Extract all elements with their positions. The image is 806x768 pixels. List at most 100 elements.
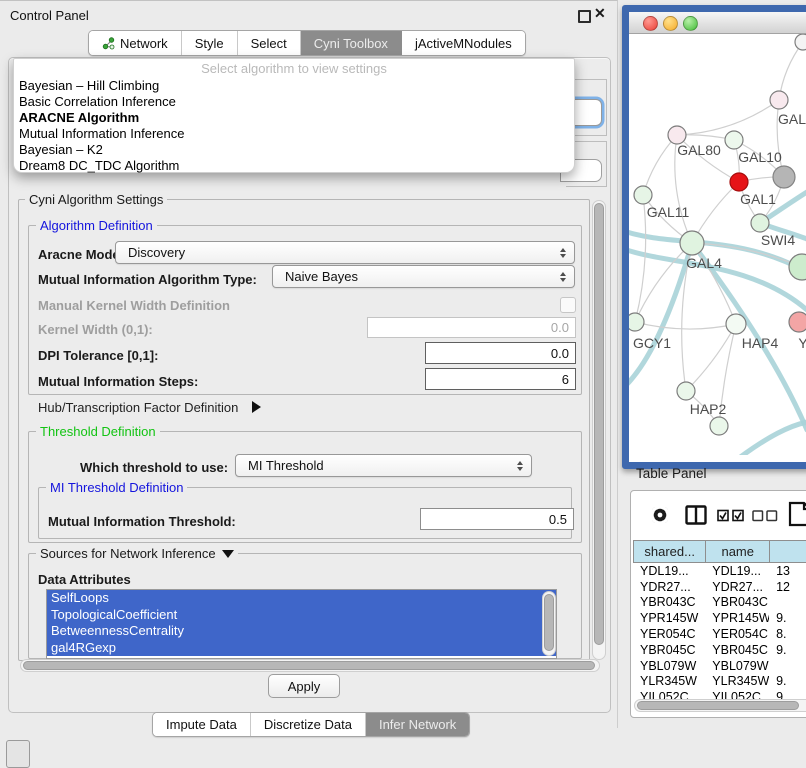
table-cell: YER054C	[705, 627, 769, 641]
network-node-gal7[interactable]	[770, 91, 788, 109]
network-node-gal11[interactable]	[634, 186, 652, 204]
table-cell: 13	[769, 564, 806, 578]
network-node-node-y[interactable]	[789, 312, 806, 332]
manual-kernel-width-checkbox[interactable]	[560, 297, 576, 313]
tab-cyni-toolbox[interactable]: Cyni Toolbox	[301, 31, 402, 55]
table-panel-window: shared...name YDL19...YDL19...13YDR27...…	[630, 490, 806, 718]
tab-label: Discretize Data	[264, 717, 352, 732]
network-node-node-red[interactable]	[730, 173, 748, 191]
network-node-gal1[interactable]	[751, 214, 769, 232]
table-cell: 9.	[769, 643, 806, 657]
algorithm-option-aracne-algorithm[interactable]: ARACNE Algorithm	[14, 110, 574, 126]
network-canvas[interactable]: GALGAL80GAL10GAL11GAL1SWI4GAL4GCY1HAP4YH…	[629, 34, 806, 462]
control-panel-window: Control Panel ✕ NetworkStyleSelectCyni T…	[0, 0, 618, 728]
split-columns-icon[interactable]	[685, 505, 707, 525]
network-node-gal4[interactable]	[680, 231, 704, 255]
dpi-tolerance-input[interactable]: 0.0	[425, 342, 576, 364]
table-row[interactable]: YBR043CYBR043C	[633, 595, 806, 611]
network-node-node-partial-top[interactable]	[795, 34, 806, 50]
float-window-icon[interactable]	[578, 10, 591, 23]
which-threshold-value: MI Threshold	[248, 458, 324, 473]
minimize-traffic-light-icon[interactable]	[663, 16, 678, 31]
tab-label: Select	[251, 36, 287, 51]
attribute-item-topologicalcoefficient[interactable]: TopologicalCoefficient	[47, 607, 556, 624]
table-cell: YBL079W	[633, 659, 705, 673]
network-node-hap2[interactable]	[677, 382, 695, 400]
mi-steps-input[interactable]: 6	[425, 368, 576, 390]
control-panel-tabbar: NetworkStyle Select Cyni Toolbox jActiveMNo…	[88, 30, 526, 56]
mi-threshold-input[interactable]: 0.5	[420, 508, 574, 530]
mi-steps-label: Mutual Information Steps:	[38, 374, 198, 389]
network-window-titlebar[interactable]	[629, 12, 806, 34]
collapse-down-icon	[222, 550, 234, 558]
table-cell: YBR045C	[633, 643, 705, 657]
network-node-gal10[interactable]	[725, 131, 743, 149]
network-node-hap4[interactable]	[726, 314, 746, 334]
network-edge	[643, 135, 677, 195]
close-icon[interactable]: ✕	[594, 5, 606, 22]
which-threshold-select[interactable]: MI Threshold	[235, 454, 532, 477]
tab-style[interactable]: Style	[182, 31, 238, 55]
network-node-label-swi4: SWI4	[761, 232, 795, 248]
table-cell: YLR345W	[633, 674, 705, 688]
table-horizontal-scrollbar[interactable]	[634, 699, 806, 712]
checked-pair-icon[interactable]	[717, 509, 745, 522]
table-panel-title: Table Panel	[636, 466, 707, 481]
hub-definition-toggle[interactable]: Hub/Transcription Factor Definition	[38, 400, 261, 415]
bottom-tab-infer-network[interactable]: Infer Network	[366, 713, 469, 736]
table-row[interactable]: YER054CYER054C8.	[633, 626, 806, 642]
table-row[interactable]: YDR27...YDR27...12	[633, 579, 806, 595]
tab-label: Impute Data	[166, 717, 237, 732]
algorithm-option-mutual-information-inference[interactable]: Mutual Information Inference	[14, 126, 574, 142]
kernel-width-input[interactable]: 0.0	[367, 317, 576, 338]
table-row[interactable]: YLR345WYLR345W9.	[633, 674, 806, 690]
tab-label: Cyni Toolbox	[314, 36, 388, 51]
sources-title[interactable]: Sources for Network Inference	[36, 547, 238, 561]
tab-jactivemnodules[interactable]: jActiveMNodules	[402, 31, 525, 55]
gear-icon[interactable]	[649, 504, 671, 526]
document-icon[interactable]	[788, 501, 806, 527]
mi-algorithm-type-select[interactable]: Naive Bayes	[272, 265, 575, 288]
algorithm-option-basic-correlation-inference[interactable]: Basic Correlation Inference	[14, 94, 574, 110]
apply-button[interactable]: Apply	[268, 674, 340, 698]
attribute-item-selfloops[interactable]: SelfLoops	[47, 590, 556, 607]
tab-select[interactable]: Select	[238, 31, 301, 55]
settings-horizontal-scrollbar[interactable]	[20, 659, 600, 672]
algorithm-definition-title: Algorithm Definition	[36, 219, 157, 233]
network-node-node-gray[interactable]	[773, 166, 795, 188]
attribute-item-betweennesscentrality[interactable]: BetweennessCentrality	[47, 623, 556, 640]
tab-network[interactable]: Network	[89, 31, 182, 55]
table-row[interactable]: YBL079WYBL079W	[633, 658, 806, 674]
column-header-partial[interactable]	[769, 540, 806, 563]
unchecked-pair-icon[interactable]	[752, 510, 778, 522]
table-cell: YDR27...	[633, 580, 705, 594]
table-row[interactable]: YDL19...YDL19...13	[633, 563, 806, 579]
attributes-list-scrollbar[interactable]	[542, 591, 556, 656]
network-node-gcy1[interactable]	[629, 313, 644, 331]
aracne-mode-select[interactable]: Discovery	[115, 241, 575, 264]
close-traffic-light-icon[interactable]	[643, 16, 658, 31]
column-header-name[interactable]: name	[705, 540, 769, 563]
network-node-label-gal1: GAL1	[740, 191, 776, 207]
zoom-traffic-light-icon[interactable]	[683, 16, 698, 31]
table-row[interactable]: YPR145WYPR145W9.	[633, 610, 806, 626]
network-node-swi4[interactable]	[789, 254, 806, 280]
attribute-item-gal4rgexp[interactable]: gal4RGexp	[47, 640, 556, 657]
bottom-tab-impute-data[interactable]: Impute Data	[153, 713, 251, 736]
algorithm-option-bayesian-k2[interactable]: Bayesian – K2	[14, 142, 574, 158]
stepper-arrows-icon	[560, 242, 566, 263]
algorithm-option-dream8-dc-tdc-algorithm[interactable]: Dream8 DC_TDC Algorithm	[14, 158, 574, 174]
network-node-node-bottom[interactable]	[710, 417, 728, 435]
table-header-row: shared...name	[633, 540, 806, 563]
tab-label: Infer Network	[379, 717, 456, 732]
corner-collapsed-panel-button[interactable]	[6, 740, 30, 768]
table-row[interactable]: YBR045CYBR045C9.	[633, 642, 806, 658]
kernel-width-label: Kernel Width (0,1):	[38, 322, 153, 337]
network-node-label-gal10: GAL10	[738, 149, 782, 165]
cyni-algorithm-settings-title: Cyni Algorithm Settings	[25, 193, 167, 207]
settings-vertical-scrollbar[interactable]	[592, 200, 606, 660]
column-header-shared[interactable]: shared...	[633, 540, 705, 563]
dpi-tolerance-label: DPI Tolerance [0,1]:	[38, 348, 158, 363]
bottom-tab-discretize-data[interactable]: Discretize Data	[251, 713, 366, 736]
algorithm-option-bayesian-hill-climbing[interactable]: Bayesian – Hill Climbing	[14, 78, 574, 94]
